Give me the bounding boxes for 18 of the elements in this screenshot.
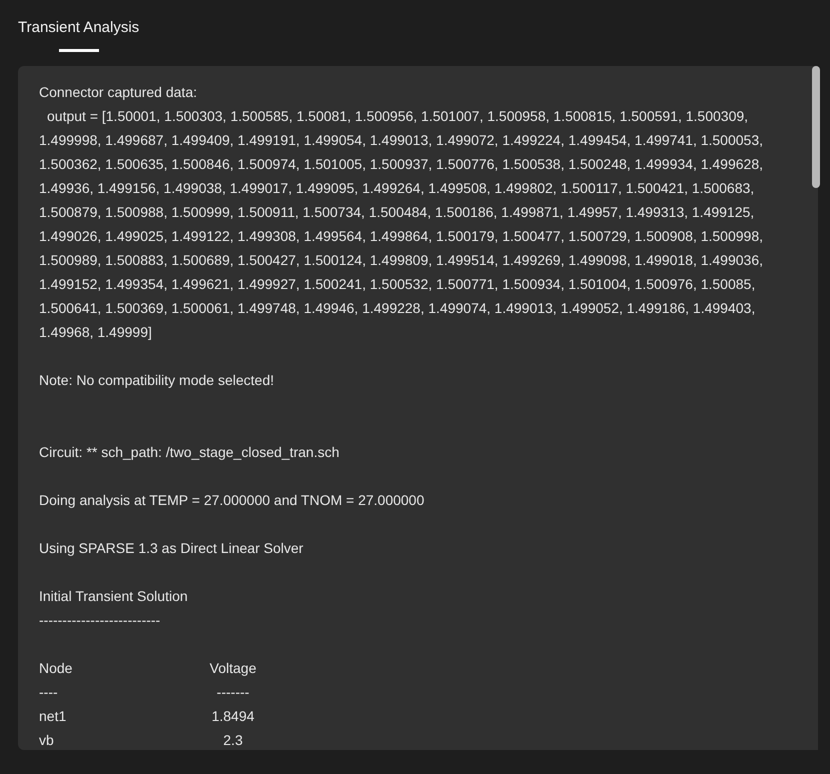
table-cell-text: ----: [39, 683, 59, 702]
table-cell-text: vb: [39, 731, 55, 750]
table-cell-text: Voltage: [208, 659, 258, 678]
table-cell-text: 1.8494: [210, 707, 256, 726]
scrollbar[interactable]: [812, 66, 820, 188]
log-line: Connector captured data:: [39, 83, 198, 102]
output-data-text: output = [1.50001, 1.500303, 1.500585, 1.50081, 1.500956, 1.501007, 1.500958, 1.500815, 1.500591, 1.500309, 1.499998, 1.499687, 1.499409, 1.499191, 1.499054, 1.499013, 1.499072, 1.499224, 1.499454, 1.499741, 1.500053, 1.500362, 1.500635, 1.500846, 1.500974, 1.501005, 1.500937, 1.500776, 1.500538, 1.500248, 1.499934, 1.499628, 1.49936, 1.499156, 1.499038, 1.499017, 1.499095, 1.499264, 1.499508, 1.499802, 1.500117, 1.500421, 1.500683, 1.500879, 1.500988, 1.500999, 1.500911, 1.500734, 1.500484, 1.500186, 1.499871, 1.49957, 1.499313, 1.499125, 1.499026, 1.499025, 1.499122, 1.499308, 1.499564, 1.499864, 1.500179, 1.500477, 1.500729, 1.500908, 1.500998, 1.500989, 1.500883, 1.500689, 1.500427, 1.500124, 1.499809, 1.499514, 1.499269, 1.499098, 1.499018, 1.499036, 1.499152, 1.499354, 1.499621, 1.499927, 1.500241, 1.500532, 1.500771, 1.500934, 1.501004, 1.500976, 1.50085, 1.500641, 1.500369, 1.500061, 1.499748, 1.49946, 1.499228, 1.499074, 1.499013, 1.499052, 1.499186, 1.499403, 1.49968, 1.49999]: [39, 107, 764, 342]
log-line: Note: No compatibility mode selected!: [39, 371, 275, 390]
log-line: Initial Transient Solution: [39, 587, 189, 606]
table-cell-text: Node: [39, 659, 74, 678]
tab[interactable]: Transient Analysis: [18, 12, 140, 52]
log-line: Doing analysis at TEMP = 27.000000 and TNOM = 27.000000: [39, 491, 426, 510]
table-cell-text: net1: [39, 707, 68, 726]
log-line: Using SPARSE 1.3 as Direct Linear Solver: [39, 539, 304, 558]
table-cell-text: 2.3: [222, 731, 244, 750]
log-line: --------------------------: [39, 611, 162, 630]
table-cell-text: -------: [216, 683, 250, 702]
log-line: Circuit: ** sch_path: /two_stage_closed_tran.sch: [39, 443, 340, 462]
